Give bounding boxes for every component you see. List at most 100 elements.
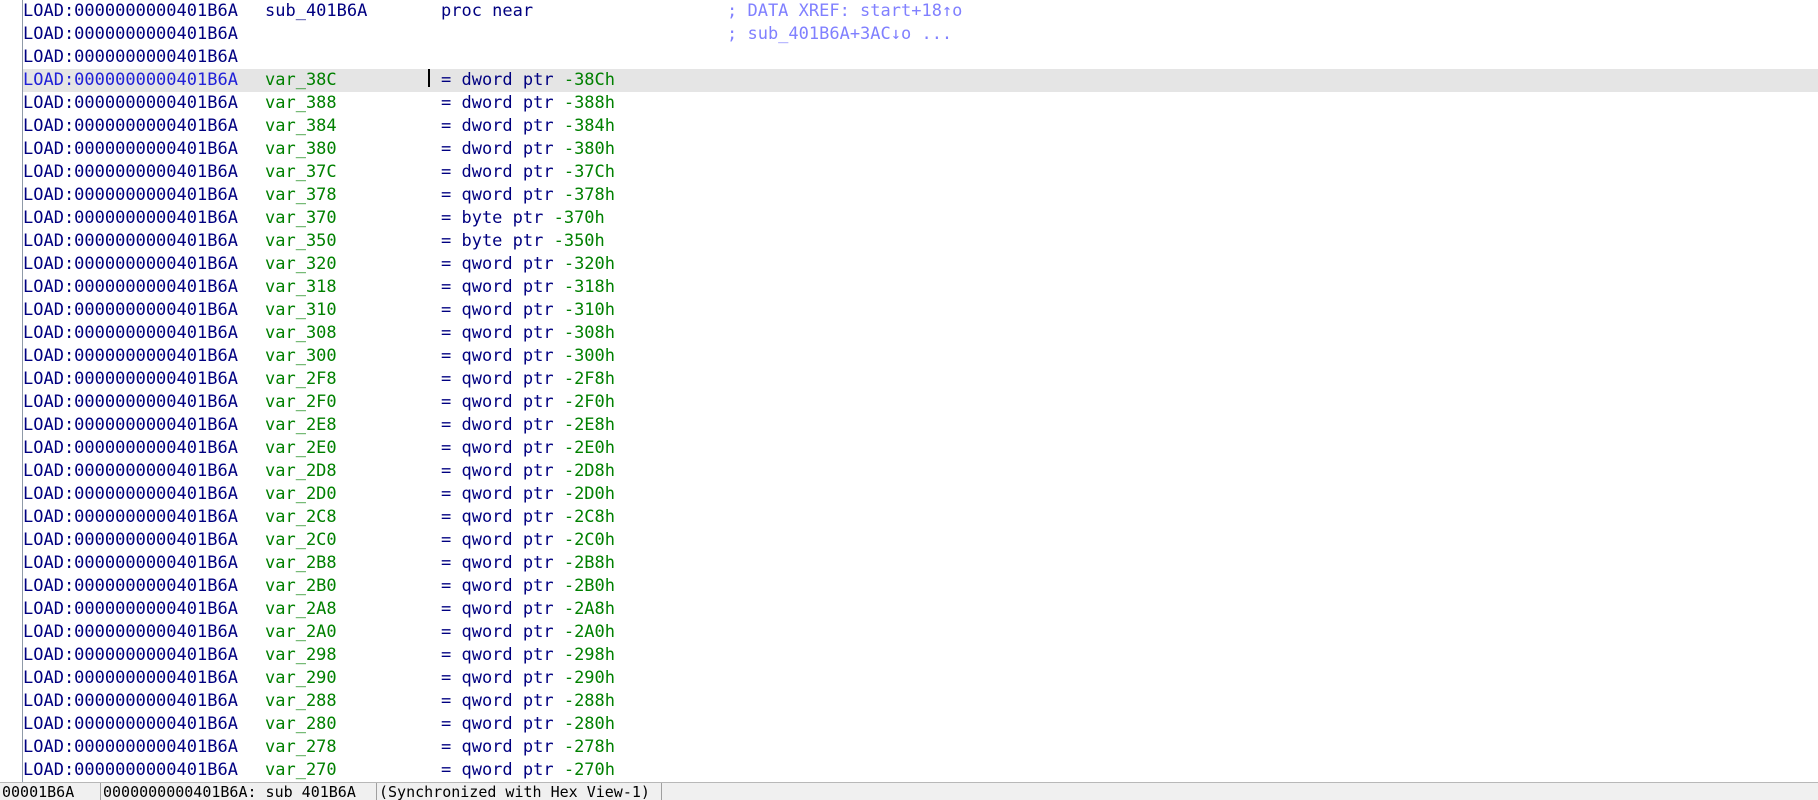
listing-row[interactable]: LOAD:0000000000401B6A ; sub_401B6A+3AC↓o… xyxy=(23,23,1818,46)
stack-var-offset[interactable]: -300h xyxy=(564,346,615,366)
listing-row[interactable]: LOAD:0000000000401B6A var_384 = dword ptr … xyxy=(23,115,1818,138)
stack-var-offset[interactable]: -2E8h xyxy=(564,415,615,435)
stack-var-name[interactable]: var_320 xyxy=(265,253,337,276)
disassembly-listing[interactable]: LOAD:0000000000401B6A sub_401B6A proc ne… xyxy=(23,0,1818,782)
stack-var-name[interactable]: var_2C8 xyxy=(265,506,337,529)
listing-row[interactable]: LOAD:0000000000401B6A var_310 = qword ptr … xyxy=(23,299,1818,322)
stack-var-offset[interactable]: -270h xyxy=(564,760,615,780)
listing-row[interactable]: LOAD:0000000000401B6A var_2D8 = qword ptr … xyxy=(23,460,1818,483)
listing-row[interactable]: LOAD:0000000000401B6A sub_401B6A proc ne… xyxy=(23,0,1818,23)
stack-var-name[interactable]: var_318 xyxy=(265,276,337,299)
stack-var-offset[interactable]: -384h xyxy=(564,116,615,136)
listing-row[interactable]: LOAD:0000000000401B6A var_2E0 = qword ptr … xyxy=(23,437,1818,460)
stack-var-name[interactable]: var_38C xyxy=(265,69,337,92)
stack-var-name[interactable]: var_37C xyxy=(265,161,337,184)
stack-var-offset[interactable]: -280h xyxy=(564,714,615,734)
listing-row[interactable]: LOAD:0000000000401B6A var_350 = byte ptr -… xyxy=(23,230,1818,253)
stack-var-name[interactable]: var_300 xyxy=(265,345,337,368)
stack-var-name[interactable]: var_370 xyxy=(265,207,337,230)
stack-var-offset[interactable]: -2C8h xyxy=(564,507,615,527)
stack-var-offset[interactable]: -350h xyxy=(554,231,605,251)
stack-var-offset[interactable]: -320h xyxy=(564,254,615,274)
stack-var-offset[interactable]: -2B0h xyxy=(564,576,615,596)
stack-var-offset[interactable]: -370h xyxy=(554,208,605,228)
stack-var-offset[interactable]: -2E0h xyxy=(564,438,615,458)
stack-var-name[interactable]: var_270 xyxy=(265,759,337,782)
stack-var-name[interactable]: var_380 xyxy=(265,138,337,161)
listing-row[interactable]: LOAD:0000000000401B6A var_2C8 = qword ptr … xyxy=(23,506,1818,529)
listing-row[interactable]: LOAD:0000000000401B6A var_278 = qword ptr … xyxy=(23,736,1818,759)
stack-var-offset[interactable]: -380h xyxy=(564,139,615,159)
stack-var-name[interactable]: var_2D0 xyxy=(265,483,337,506)
stack-var-name[interactable]: var_378 xyxy=(265,184,337,207)
stack-var-offset[interactable]: -2A0h xyxy=(564,622,615,642)
stack-var-offset[interactable]: -288h xyxy=(564,691,615,711)
stack-var-name[interactable]: var_2F0 xyxy=(265,391,337,414)
stack-var-offset[interactable]: -2A8h xyxy=(564,599,615,619)
stack-var-name[interactable]: var_2D8 xyxy=(265,460,337,483)
listing-row[interactable]: LOAD:0000000000401B6A var_2A0 = qword ptr … xyxy=(23,621,1818,644)
listing-row[interactable]: LOAD:0000000000401B6A var_37C = dword ptr … xyxy=(23,161,1818,184)
stack-var-name[interactable]: var_384 xyxy=(265,115,337,138)
stack-var-name[interactable]: var_290 xyxy=(265,667,337,690)
stack-var-offset[interactable]: -318h xyxy=(564,277,615,297)
listing-row[interactable]: LOAD:0000000000401B6A var_300 = qword ptr … xyxy=(23,345,1818,368)
stack-var-offset[interactable]: -388h xyxy=(564,93,615,113)
listing-row[interactable]: LOAD:0000000000401B6A var_270 = qword ptr … xyxy=(23,759,1818,782)
listing-row[interactable]: LOAD:0000000000401B6A var_2F8 = qword ptr … xyxy=(23,368,1818,391)
function-name[interactable]: sub_401B6A xyxy=(265,0,367,23)
xref-comment[interactable]: ; DATA XREF: start+18↑o xyxy=(727,0,962,23)
stack-var-offset[interactable]: -290h xyxy=(564,668,615,688)
stack-var-name[interactable]: var_288 xyxy=(265,690,337,713)
listing-row[interactable]: LOAD:0000000000401B6A var_388 = dword ptr … xyxy=(23,92,1818,115)
stack-var-name[interactable]: var_2C0 xyxy=(265,529,337,552)
stack-var-offset[interactable]: -2D8h xyxy=(564,461,615,481)
listing-row[interactable]: LOAD:0000000000401B6A var_380 = dword ptr … xyxy=(23,138,1818,161)
stack-var-name[interactable]: var_350 xyxy=(265,230,337,253)
stack-var-name[interactable]: var_2A8 xyxy=(265,598,337,621)
listing-row[interactable]: LOAD:0000000000401B6A var_2F0 = qword ptr … xyxy=(23,391,1818,414)
listing-row[interactable]: LOAD:0000000000401B6A var_38C = dword ptr … xyxy=(23,69,1818,92)
listing-row[interactable]: LOAD:0000000000401B6A var_318 = qword ptr … xyxy=(23,276,1818,299)
listing-row[interactable]: LOAD:0000000000401B6A var_2E8 = dword ptr … xyxy=(23,414,1818,437)
stack-var-offset[interactable]: -2C0h xyxy=(564,530,615,550)
stack-var-name[interactable]: var_2E0 xyxy=(265,437,337,460)
stack-var-offset[interactable]: -2F8h xyxy=(564,369,615,389)
listing-row[interactable]: LOAD:0000000000401B6A var_290 = qword ptr … xyxy=(23,667,1818,690)
stack-var-name[interactable]: var_298 xyxy=(265,644,337,667)
stack-var-offset[interactable]: -37Ch xyxy=(564,162,615,182)
stack-var-offset[interactable]: -38Ch xyxy=(564,70,615,90)
stack-var-name[interactable]: var_2E8 xyxy=(265,414,337,437)
stack-var-name[interactable]: var_280 xyxy=(265,713,337,736)
listing-row[interactable]: LOAD:0000000000401B6A var_2B8 = qword ptr … xyxy=(23,552,1818,575)
listing-row[interactable]: LOAD:0000000000401B6A var_308 = qword ptr … xyxy=(23,322,1818,345)
listing-row[interactable]: LOAD:0000000000401B6A var_370 = byte ptr -… xyxy=(23,207,1818,230)
stack-var-offset[interactable]: -278h xyxy=(564,737,615,757)
listing-row[interactable]: LOAD:0000000000401B6A var_2D0 = qword ptr … xyxy=(23,483,1818,506)
listing-row[interactable]: LOAD:0000000000401B6A var_298 = qword ptr … xyxy=(23,644,1818,667)
stack-var-offset[interactable]: -308h xyxy=(564,323,615,343)
listing-row[interactable]: LOAD:0000000000401B6A var_2C0 = qword ptr … xyxy=(23,529,1818,552)
stack-var-offset[interactable]: -378h xyxy=(564,185,615,205)
stack-var-name[interactable]: var_278 xyxy=(265,736,337,759)
listing-row[interactable]: LOAD:0000000000401B6A var_2B0 = qword ptr … xyxy=(23,575,1818,598)
listing-row[interactable]: LOAD:0000000000401B6A xyxy=(23,46,1818,69)
stack-var-name[interactable]: var_310 xyxy=(265,299,337,322)
xref-comment[interactable]: ; sub_401B6A+3AC↓o ... xyxy=(727,23,952,46)
stack-var-name[interactable]: var_2B0 xyxy=(265,575,337,598)
stack-var-offset[interactable]: -2B8h xyxy=(564,553,615,573)
listing-row[interactable]: LOAD:0000000000401B6A var_288 = qword ptr … xyxy=(23,690,1818,713)
stack-var-name[interactable]: var_2B8 xyxy=(265,552,337,575)
stack-var-offset[interactable]: -2F0h xyxy=(564,392,615,412)
stack-var-offset[interactable]: -2D0h xyxy=(564,484,615,504)
stack-var-offset[interactable]: -298h xyxy=(564,645,615,665)
stack-var-name[interactable]: var_388 xyxy=(265,92,337,115)
stack-var-name[interactable]: var_308 xyxy=(265,322,337,345)
stack-var-name[interactable]: var_2F8 xyxy=(265,368,337,391)
stack-var-offset[interactable]: -310h xyxy=(564,300,615,320)
listing-row[interactable]: LOAD:0000000000401B6A var_320 = qword ptr … xyxy=(23,253,1818,276)
listing-row[interactable]: LOAD:0000000000401B6A var_2A8 = qword ptr … xyxy=(23,598,1818,621)
stack-var-name[interactable]: var_2A0 xyxy=(265,621,337,644)
listing-row[interactable]: LOAD:0000000000401B6A var_280 = qword ptr … xyxy=(23,713,1818,736)
listing-row[interactable]: LOAD:0000000000401B6A var_378 = qword ptr … xyxy=(23,184,1818,207)
